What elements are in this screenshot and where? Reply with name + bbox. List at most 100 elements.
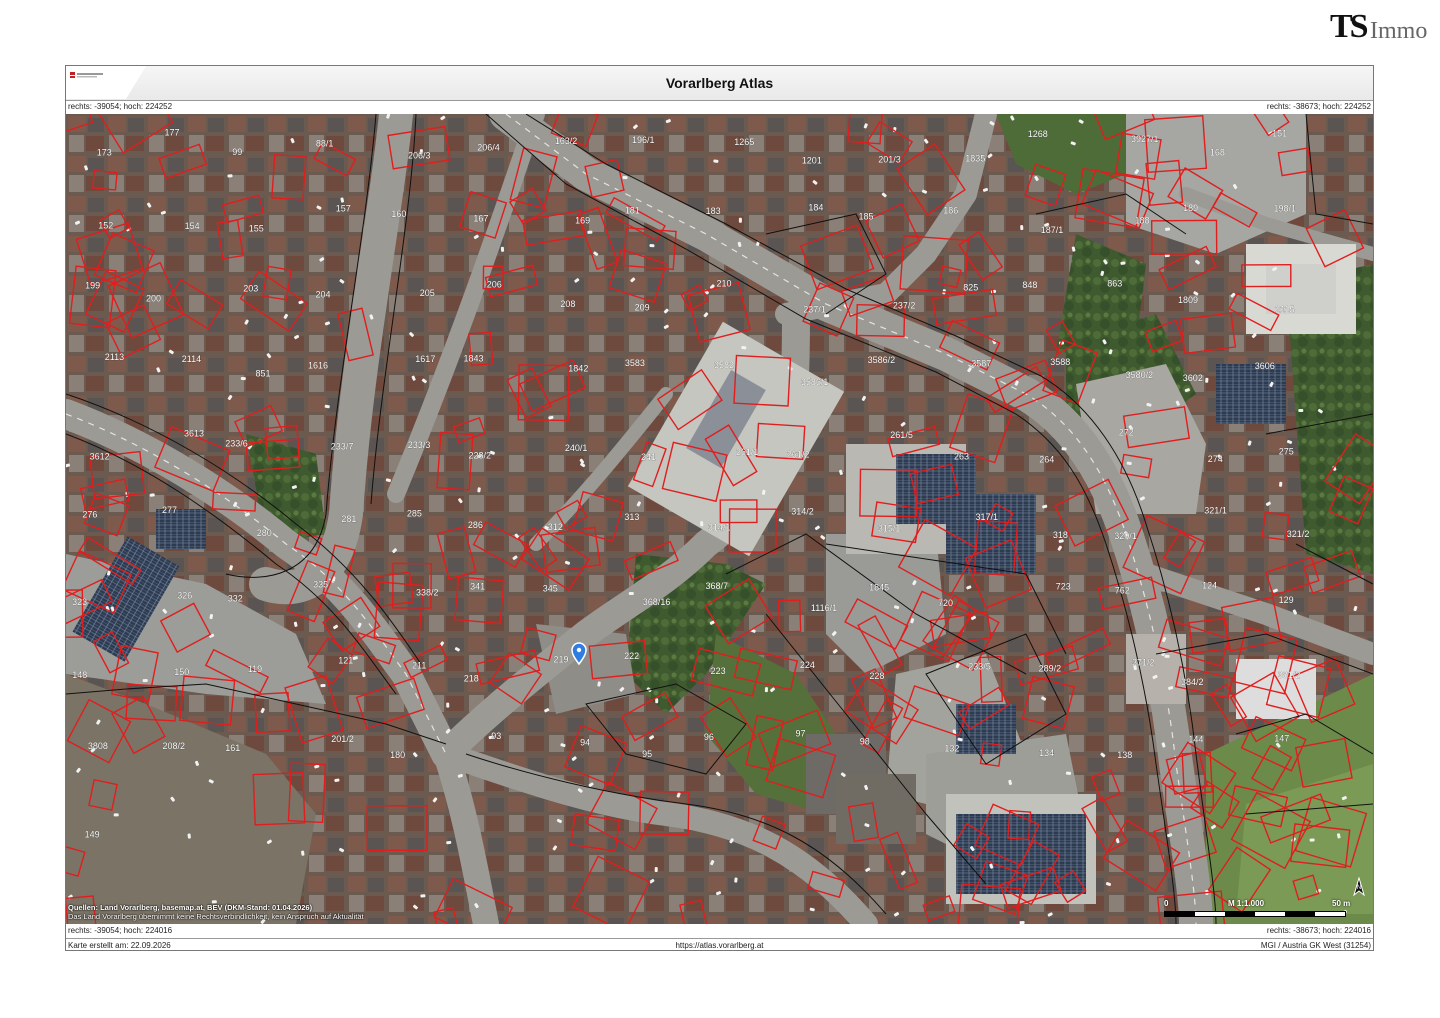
parcel-label: 124 xyxy=(1202,580,1217,590)
parcel-label: 1616 xyxy=(308,361,328,371)
tsimmo-logo: TS Immo xyxy=(1330,8,1440,45)
car-icon xyxy=(1164,654,1170,658)
parcel-label: 198/1 xyxy=(1274,204,1297,214)
parcel-label: 98 xyxy=(860,736,870,746)
parcel-label: 157 xyxy=(336,203,351,213)
parcel-label: 313 xyxy=(624,512,639,522)
parcel-label: 720 xyxy=(938,598,953,608)
scale-max: 50 m xyxy=(1332,899,1351,908)
parcel-label: 3582 xyxy=(714,360,734,370)
parcel-label: 218 xyxy=(464,674,479,684)
parcel-label: 3612 xyxy=(90,451,110,461)
car-icon xyxy=(320,683,326,688)
parcel-label: 88/1 xyxy=(316,139,334,149)
atlas-url[interactable]: https://atlas.vorarlberg.at xyxy=(66,941,1373,950)
scale-zero: 0 xyxy=(1164,899,1169,908)
parcel-label: 848 xyxy=(1022,280,1037,290)
parcel-label: 203 xyxy=(243,283,258,293)
car-icon xyxy=(741,346,747,350)
car-icon xyxy=(1126,461,1132,465)
parcel-label: 1843 xyxy=(464,353,484,363)
map-sources: Quellen: Land Vorarlberg, basemap.at, BE… xyxy=(68,903,364,921)
car-icon xyxy=(446,702,450,708)
car-icon xyxy=(1205,377,1209,383)
car-icon xyxy=(1020,225,1024,231)
map-footer: Karte erstellt am: 22.09.2026 https://at… xyxy=(66,938,1373,952)
parcel-label: 180 xyxy=(390,750,405,760)
parcel-label: 121 xyxy=(338,655,353,665)
parcel-label: 237/1 xyxy=(803,305,826,315)
parcel-label: 1617 xyxy=(415,354,435,364)
car-icon xyxy=(1019,921,1025,924)
car-icon xyxy=(1309,838,1315,842)
car-icon xyxy=(1165,227,1171,231)
parcel-label: 851 xyxy=(256,368,271,378)
parcel-label: 3586/2 xyxy=(868,355,896,365)
parcel-label: 95 xyxy=(642,749,652,759)
parcel-label: 210 xyxy=(717,278,732,288)
parcel-label: 281 xyxy=(341,514,356,524)
parcel-label: 222 xyxy=(624,651,639,661)
parcel-label: 184 xyxy=(808,203,823,213)
parcel-label: 223 xyxy=(711,666,726,676)
scale-ratio: M 1:1.000 xyxy=(1228,899,1265,908)
car-icon xyxy=(420,894,426,898)
parcel-label: 321/1 xyxy=(1204,506,1227,516)
parcel-label: 1809 xyxy=(1178,295,1198,305)
parcel-label: 196/1 xyxy=(632,135,655,145)
car-icon xyxy=(734,877,738,883)
parcel-label: 149 xyxy=(85,830,100,840)
parcel-label: 272 xyxy=(1119,427,1134,437)
scale-bar: 0 M 1:1.000 50 m xyxy=(1164,899,1352,921)
parcel-label: 261/5 xyxy=(890,430,913,440)
parcel-label: 285 xyxy=(407,509,422,519)
parcel-label: 368/7 xyxy=(706,581,729,591)
parcel-label: 211 xyxy=(412,661,426,671)
brand-ts: TS xyxy=(1330,8,1369,45)
parcel-label: 277 xyxy=(162,505,177,515)
parcel-label: 94 xyxy=(580,738,590,748)
map-frame: Vorarlberg Atlas rechts: -39054; hoch: 2… xyxy=(65,65,1374,951)
parcel-label: 119 xyxy=(248,664,262,674)
page-title: Vorarlberg Atlas xyxy=(665,75,774,91)
parcel-label: 187/1 xyxy=(1041,225,1064,235)
parcel-label: 161 xyxy=(225,743,240,753)
parcel-label: 200 xyxy=(146,293,161,303)
parcel-label: 233/6 xyxy=(225,438,248,448)
aerial-map[interactable]: 173 177 99 88/1 206/3 206/4 163/2 196/1 1265 1201… xyxy=(66,114,1373,924)
north-arrow-icon: N xyxy=(1353,877,1365,897)
sources-line-1: Quellen: Land Vorarlberg, basemap.at, BE… xyxy=(68,903,313,912)
scale-bar-graphic xyxy=(1164,911,1346,917)
aerial-map-canvas: 173 177 99 88/1 206/3 206/4 163/2 196/1 1265 1201… xyxy=(66,114,1373,924)
parcel-label: 233/7 xyxy=(331,441,354,451)
parcel-label: 341 xyxy=(470,582,485,592)
parcel-label: 204 xyxy=(316,290,331,300)
parcel-label: 762 xyxy=(1115,585,1130,595)
coord-top-left: rechts: -39054; hoch: 224252 xyxy=(68,102,173,111)
car-icon xyxy=(700,521,704,527)
parcel-label: 274 xyxy=(1208,454,1223,464)
car-icon xyxy=(764,687,768,693)
parcel-label: 335 xyxy=(313,580,328,590)
car-icon xyxy=(500,246,505,252)
parcel-label: 318 xyxy=(1053,530,1068,540)
coordinate-system: MGI / Austria GK West (31254) xyxy=(1260,941,1371,950)
parcel-label: 3602 xyxy=(1183,373,1203,383)
parcel-label: 186 xyxy=(943,205,958,215)
parcel-label: 317/1 xyxy=(976,512,999,522)
parcel-label: 321/2 xyxy=(1287,529,1310,539)
car-icon xyxy=(142,678,148,683)
parcel-label: 3808 xyxy=(88,741,108,751)
parcel-label: 228 xyxy=(869,671,884,681)
car-icon xyxy=(654,867,658,873)
parcel-label: 3580/2 xyxy=(1126,370,1154,380)
parcel-label: 189 xyxy=(1183,203,1198,213)
parcel-label: 233/3 xyxy=(408,440,431,450)
parcel-label: 381/2 xyxy=(1278,670,1301,680)
car-icon xyxy=(1298,409,1304,412)
parcel-label: 312 xyxy=(548,522,563,532)
parcel-label: 219 xyxy=(554,654,569,664)
car-icon xyxy=(1065,771,1072,775)
parcel-label: 384/2 xyxy=(1181,677,1204,687)
parcel-label: 275 xyxy=(1279,446,1294,456)
